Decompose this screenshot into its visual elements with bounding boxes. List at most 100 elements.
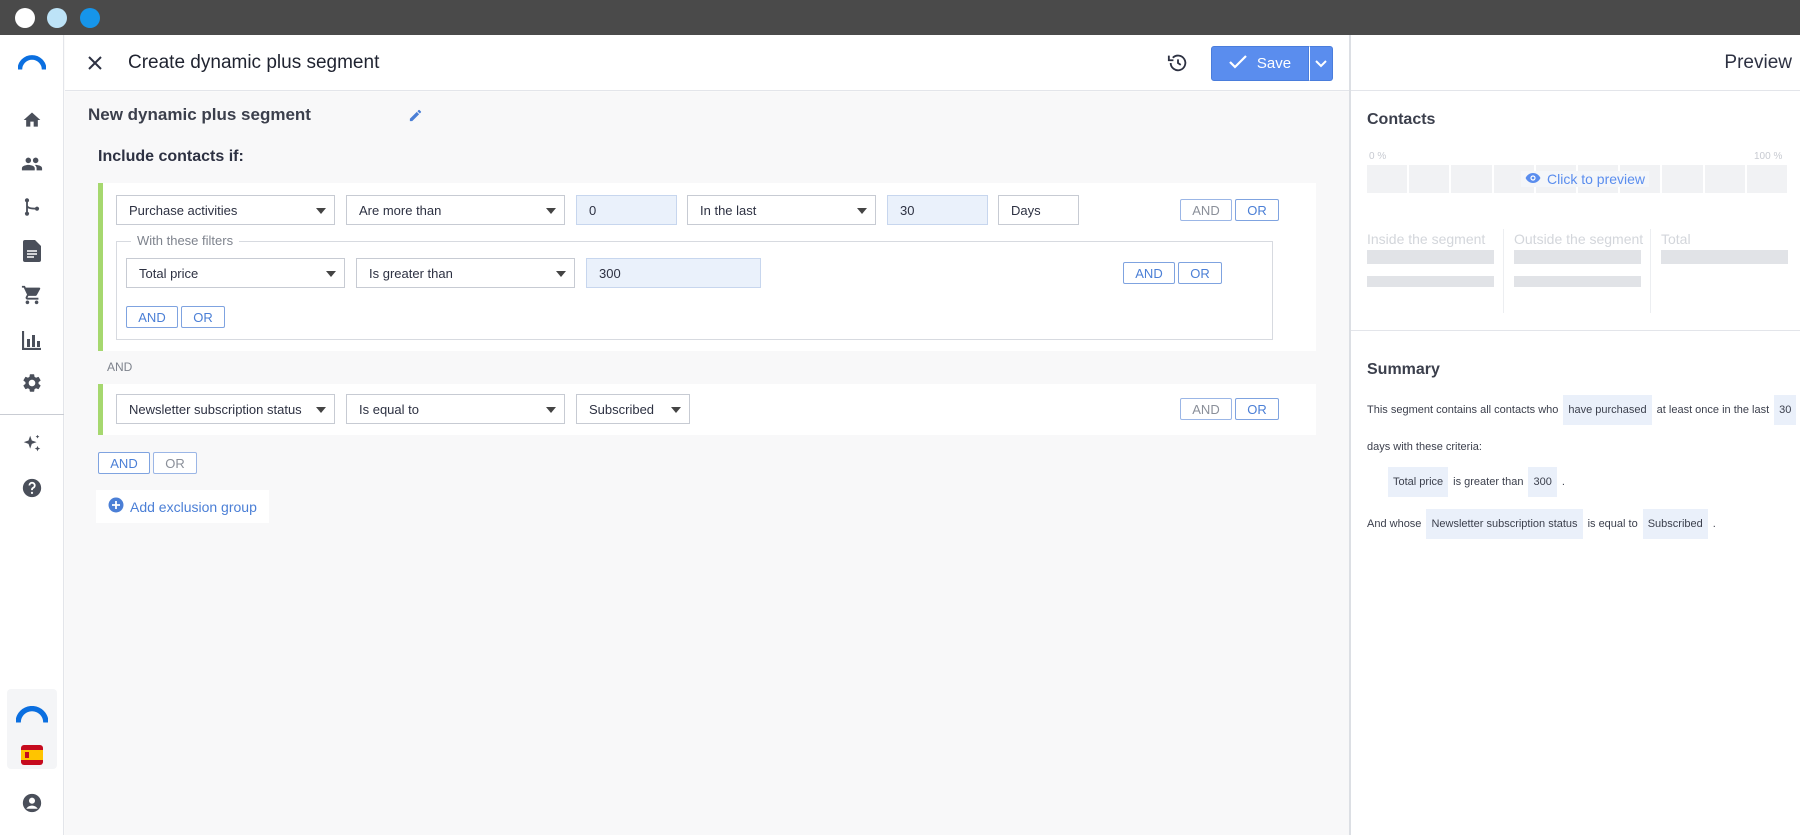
- click-to-preview-label: Click to preview: [1547, 171, 1646, 187]
- add-exclusion-group-button[interactable]: Add exclusion group: [96, 490, 269, 523]
- brand-logo-icon[interactable]: [16, 703, 48, 727]
- preview-panel: Preview Contacts 0 % 100 % Click to prev…: [1349, 35, 1800, 835]
- pencil-icon[interactable]: [406, 106, 424, 124]
- summary-line-2: days with these criteria:: [1367, 432, 1482, 462]
- document-icon[interactable]: [20, 239, 44, 263]
- summary-text: at least once in the last: [1656, 404, 1770, 416]
- close-icon[interactable]: [83, 51, 107, 75]
- value-input-text: 0: [589, 202, 597, 218]
- header-bar: Create dynamic plus segment Save: [65, 35, 1349, 91]
- newsletter-field-select[interactable]: Newsletter subscription status: [116, 394, 335, 424]
- filter-field-value: Total price: [139, 265, 199, 281]
- and-button[interactable]: AND: [1180, 199, 1232, 221]
- summary-text: .: [1561, 476, 1565, 488]
- home-icon[interactable]: [20, 108, 44, 132]
- user-icon[interactable]: [20, 791, 44, 815]
- include-contacts-label: Include contacts if:: [98, 148, 244, 165]
- filter-operator-value: Is greater than: [369, 265, 453, 281]
- field-select-value: Purchase activities: [129, 202, 238, 218]
- summary-text: .: [1712, 518, 1716, 530]
- section-divider: [1351, 330, 1800, 331]
- window-close-dot[interactable]: [15, 8, 35, 28]
- summary-chip: Total price: [1388, 467, 1449, 497]
- summary-text: And whose: [1367, 518, 1422, 530]
- condition-group-2: Newsletter subscription status Is equal …: [98, 384, 1316, 435]
- column-divider: [1650, 229, 1651, 313]
- summary-line-4: And whose Newsletter subscription status…: [1367, 509, 1716, 539]
- inside-segment-label: Inside the segment: [1367, 231, 1486, 247]
- period-select[interactable]: In the last: [687, 195, 876, 225]
- save-options-button[interactable]: [1309, 46, 1333, 81]
- save-label: Save: [1256, 55, 1292, 72]
- summary-chip: 300: [1528, 467, 1557, 497]
- summary-text: is greater than: [1453, 476, 1524, 488]
- group-separator-and: AND: [107, 360, 133, 374]
- logo-icon[interactable]: [18, 51, 46, 75]
- reports-icon[interactable]: [20, 328, 44, 352]
- window-minimize-dot[interactable]: [47, 8, 67, 28]
- save-button[interactable]: Save: [1211, 46, 1309, 81]
- filter-value-text: 300: [599, 265, 621, 281]
- click-to-preview-button[interactable]: Click to preview: [1521, 171, 1650, 187]
- summary-line-1: This segment contains all contacts who h…: [1367, 395, 1800, 425]
- summary-chip: 30: [1774, 395, 1797, 425]
- eye-icon: [1525, 171, 1541, 187]
- condition-group-1: Purchase activities Are more than 0 In t…: [98, 183, 1316, 351]
- inside-placeholder: [1367, 250, 1494, 264]
- filters-legend: With these filters: [131, 233, 240, 248]
- group2-or-button[interactable]: OR: [1235, 398, 1279, 420]
- preview-header: Preview: [1351, 35, 1800, 91]
- total-label: Total: [1661, 231, 1691, 247]
- check-icon: [1229, 54, 1247, 73]
- filter-operator-select[interactable]: Is greater than: [356, 258, 575, 288]
- summary-chip: have purchased: [1563, 395, 1652, 425]
- or-button[interactable]: OR: [1235, 199, 1279, 221]
- filter-field-select[interactable]: Total price: [126, 258, 345, 288]
- segment-name: New dynamic plus segment: [88, 105, 311, 124]
- period-unit-field[interactable]: Days: [998, 195, 1079, 225]
- summary-line-3: Total price is greater than 300 .: [1383, 467, 1565, 497]
- contacts-icon[interactable]: [20, 152, 44, 176]
- newsletter-field-value: Newsletter subscription status: [129, 401, 302, 417]
- outside-segment-label: Outside the segment: [1514, 231, 1644, 247]
- window-maximize-dot[interactable]: [80, 8, 100, 28]
- add-filter-and-button[interactable]: AND: [126, 306, 178, 328]
- summary-text: days with these criteria:: [1367, 441, 1482, 453]
- preview-title: Preview: [1724, 52, 1792, 73]
- segment-editor: New dynamic plus segment Include contact…: [65, 92, 1349, 835]
- cart-icon[interactable]: [20, 283, 44, 307]
- settings-icon[interactable]: [20, 371, 44, 395]
- period-unit-text: Days: [1011, 202, 1041, 218]
- filter-value-input[interactable]: 300: [586, 258, 761, 288]
- summary-title: Summary: [1367, 361, 1440, 378]
- pct-min-label: 0 %: [1369, 151, 1387, 162]
- period-value-text: 30: [900, 202, 915, 218]
- summary-chip: Newsletter subscription status: [1426, 509, 1583, 539]
- automation-icon[interactable]: [20, 195, 44, 219]
- newsletter-value-text: Subscribed: [589, 401, 655, 417]
- summary-text: is equal to: [1587, 518, 1638, 530]
- filter-or-button[interactable]: OR: [1178, 262, 1222, 284]
- help-icon[interactable]: [20, 476, 44, 500]
- outside-placeholder: [1514, 250, 1641, 264]
- newsletter-operator-select[interactable]: Is equal to: [346, 394, 565, 424]
- summary-chip: Subscribed: [1642, 509, 1708, 539]
- add-and-group-button[interactable]: AND: [98, 452, 150, 474]
- add-exclusion-label: Add exclusion group: [130, 498, 257, 515]
- newsletter-value-select[interactable]: Subscribed: [576, 394, 690, 424]
- page-title: Create dynamic plus segment: [128, 52, 380, 73]
- field-select[interactable]: Purchase activities: [116, 195, 335, 225]
- add-or-group-button[interactable]: OR: [153, 452, 197, 474]
- spain-flag-icon[interactable]: [20, 743, 44, 767]
- total-placeholder: [1661, 250, 1788, 264]
- group2-and-button[interactable]: AND: [1180, 398, 1232, 420]
- add-filter-or-button[interactable]: OR: [181, 306, 225, 328]
- sidebar: [0, 35, 64, 835]
- period-value-input[interactable]: 30: [887, 195, 988, 225]
- outside-placeholder-2: [1514, 276, 1641, 287]
- filter-and-button[interactable]: AND: [1123, 262, 1175, 284]
- sparkle-icon[interactable]: [20, 432, 44, 456]
- operator-select[interactable]: Are more than: [346, 195, 565, 225]
- value-input[interactable]: 0: [576, 195, 677, 225]
- history-icon[interactable]: [1165, 50, 1191, 76]
